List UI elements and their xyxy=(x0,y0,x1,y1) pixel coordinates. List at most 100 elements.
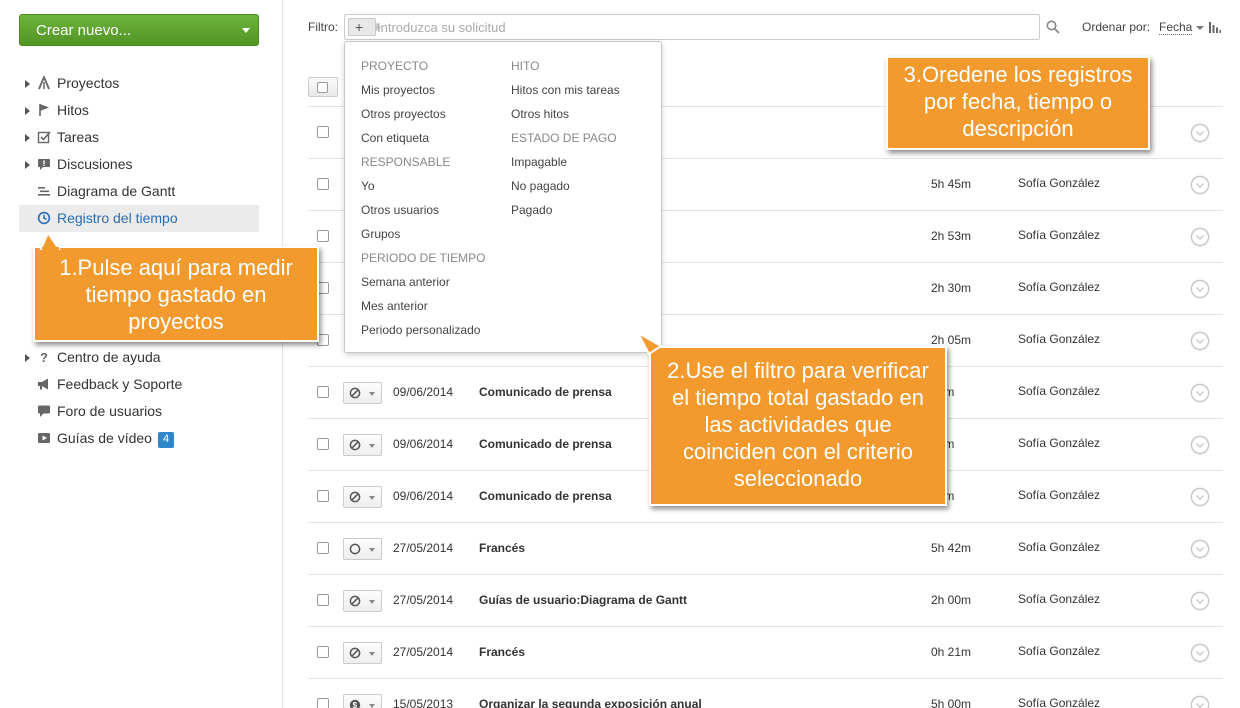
filter-option[interactable]: Mes anterior xyxy=(361,294,485,318)
row-menu-icon[interactable] xyxy=(1190,279,1210,299)
sidebar-item-feedback-y-soporte[interactable]: Feedback y Soporte xyxy=(19,371,259,398)
add-filter-button[interactable]: + xyxy=(348,18,381,36)
sidebar-item-discusiones[interactable]: Discusiones xyxy=(19,151,259,178)
row-checkbox[interactable] xyxy=(317,230,329,242)
sort-dropdown[interactable]: Fecha xyxy=(1159,20,1193,35)
sidebar-item-registro-del-tiempo[interactable]: Registro del tiempo xyxy=(19,205,259,232)
callout-pointer xyxy=(39,232,61,250)
filter-box[interactable]: + xyxy=(344,14,1040,40)
record-description[interactable]: Guías de usuario:Diagrama de Gantt xyxy=(479,593,687,607)
record-date: 27/05/2014 xyxy=(393,541,454,555)
search-icon[interactable] xyxy=(1046,20,1060,34)
filter-option[interactable]: Otros hitos xyxy=(511,102,620,126)
filter-option[interactable]: Yo xyxy=(361,174,485,198)
row-checkbox[interactable] xyxy=(317,490,329,502)
expand-arrow-icon[interactable] xyxy=(25,107,30,115)
record-description[interactable]: Comunicado de prensa xyxy=(479,489,612,503)
row-checkbox[interactable] xyxy=(317,594,329,606)
row-checkbox[interactable] xyxy=(317,698,329,708)
record-date: 09/06/2014 xyxy=(393,385,454,399)
filter-option[interactable]: Grupos xyxy=(361,222,485,246)
sidebar-item-proyectos[interactable]: Proyectos xyxy=(19,70,259,97)
plus-icon: + xyxy=(355,19,364,35)
flag-icon xyxy=(37,103,51,117)
status-dropdown[interactable]: $ xyxy=(343,694,382,708)
callout-line: proyectos xyxy=(128,309,224,334)
filter-section-heading: RESPONSABLE xyxy=(361,155,451,169)
row-menu-icon[interactable] xyxy=(1190,435,1210,455)
callout-sorting: 3.Oredene los registros por fecha, tiemp… xyxy=(886,56,1150,150)
callout-pointer xyxy=(637,332,663,356)
filter-option[interactable]: Con etiqueta xyxy=(361,126,485,150)
record-description[interactable]: Comunicado de prensa xyxy=(479,385,612,399)
row-checkbox[interactable] xyxy=(317,438,329,450)
status-dropdown[interactable] xyxy=(343,642,382,664)
filter-option[interactable]: Otros proyectos xyxy=(361,102,485,126)
expand-arrow-icon[interactable] xyxy=(25,134,30,142)
table-row[interactable]: 27/05/2014 Guías de usuario:Diagrama de G… xyxy=(308,574,1223,626)
status-dropdown[interactable] xyxy=(343,382,382,404)
callout-line: las actividades que xyxy=(704,412,892,437)
sort-caret-icon[interactable] xyxy=(1196,26,1204,30)
sidebar-item-label: Guías de vídeo xyxy=(57,430,152,446)
sidebar-item-label: Registro del tiempo xyxy=(57,210,178,226)
filter-option[interactable]: Otros usuarios xyxy=(361,198,485,222)
sidebar-item-diagrama-de-gantt[interactable]: Diagrama de Gantt xyxy=(19,178,259,205)
filter-option[interactable]: Pagado xyxy=(511,198,620,222)
create-new-button[interactable]: Crear nuevo... xyxy=(19,14,259,46)
record-description[interactable]: Comunicado de prensa xyxy=(479,437,612,451)
row-menu-icon[interactable] xyxy=(1190,331,1210,351)
sidebar-item-hitos[interactable]: Hitos xyxy=(19,97,259,124)
sidebar-item-foro-de-usuarios[interactable]: Foro de usuarios xyxy=(19,398,259,425)
row-checkbox[interactable] xyxy=(317,646,329,658)
row-checkbox[interactable] xyxy=(317,386,329,398)
speech-bubble-icon xyxy=(37,404,51,418)
callout-filter-usage: 2.Use el filtro para verificar el tiempo… xyxy=(637,332,947,506)
filter-option[interactable]: No pagado xyxy=(511,174,620,198)
callout-line: 3.Oredene los registros xyxy=(903,62,1133,87)
row-menu-icon[interactable] xyxy=(1190,591,1210,611)
row-menu-icon[interactable] xyxy=(1190,123,1210,143)
row-menu-icon[interactable] xyxy=(1190,175,1210,195)
status-dropdown[interactable] xyxy=(343,590,382,612)
record-time: 2h 30m xyxy=(931,281,972,295)
filter-option[interactable]: Periodo personalizado xyxy=(361,318,485,342)
sort-order-icon[interactable] xyxy=(1209,22,1221,33)
filter-option[interactable]: Hitos con mis tareas xyxy=(511,78,620,102)
filter-option[interactable]: Mis proyectos xyxy=(361,78,485,102)
status-dropdown[interactable] xyxy=(343,486,382,508)
select-all-checkbox[interactable] xyxy=(308,77,338,97)
sidebar-item-guías-de-vídeo[interactable]: Guías de vídeo 4 xyxy=(19,425,259,452)
row-checkbox[interactable] xyxy=(317,126,329,138)
row-checkbox[interactable] xyxy=(317,178,329,190)
row-menu-icon[interactable] xyxy=(1190,487,1210,507)
record-description[interactable]: Francés xyxy=(479,541,525,555)
row-menu-icon[interactable] xyxy=(1190,227,1210,247)
callout-line: por fecha, tiempo o xyxy=(923,89,1113,114)
sidebar-item-centro-de-ayuda[interactable]: ? Centro de ayuda xyxy=(19,344,259,371)
filter-input[interactable] xyxy=(377,17,1017,37)
record-description[interactable]: Francés xyxy=(479,645,525,659)
row-menu-icon[interactable] xyxy=(1190,383,1210,403)
status-dropdown[interactable] xyxy=(343,434,382,456)
filter-option[interactable]: Semana anterior xyxy=(361,270,485,294)
table-row[interactable]: 27/05/2014 Francés 0h 21m Sofía González xyxy=(308,626,1223,678)
sidebar-item-tareas[interactable]: Tareas xyxy=(19,124,259,151)
filter-section-heading: PERIODO DE TIEMPO xyxy=(361,251,486,265)
filter-option[interactable]: Impagable xyxy=(511,150,620,174)
record-description[interactable]: Organizar la segunda exposición anual xyxy=(479,697,702,708)
record-user: Sofía González xyxy=(1018,384,1101,398)
row-checkbox[interactable] xyxy=(317,542,329,554)
row-menu-icon[interactable] xyxy=(1190,695,1210,708)
chevron-down-icon[interactable] xyxy=(242,28,250,33)
table-row[interactable]: 27/05/2014 Francés 5h 42m Sofía González xyxy=(308,522,1223,574)
expand-arrow-icon[interactable] xyxy=(25,161,30,169)
row-menu-icon[interactable] xyxy=(1190,643,1210,663)
chevron-down-icon xyxy=(369,704,375,708)
table-row[interactable]: $15/05/2013 Organizar la segunda exposici… xyxy=(308,678,1223,708)
status-dropdown[interactable] xyxy=(343,538,382,560)
expand-arrow-icon[interactable] xyxy=(25,354,30,362)
sidebar: Crear nuevo... Proyectos Hitos Tareas Discu… xyxy=(0,0,283,708)
expand-arrow-icon[interactable] xyxy=(25,80,30,88)
row-menu-icon[interactable] xyxy=(1190,539,1210,559)
